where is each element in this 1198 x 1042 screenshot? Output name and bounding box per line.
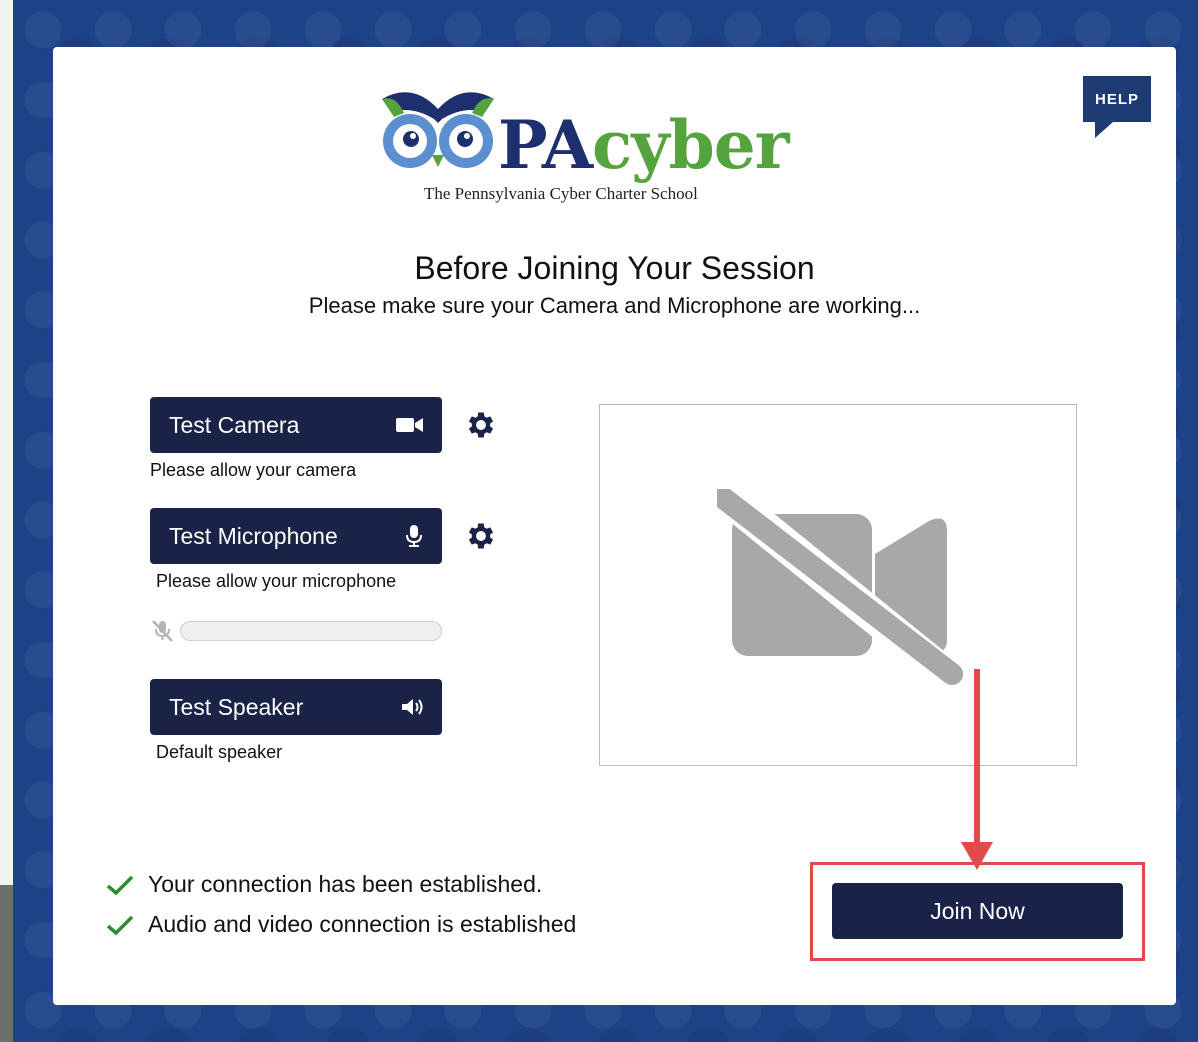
connection-status-text: Your connection has been established. — [148, 871, 543, 897]
left-edge-dark — [0, 885, 13, 1042]
checkmark-icon — [106, 875, 134, 895]
logo-wordmark-pa: PA — [498, 106, 593, 184]
page-title: Before Joining Your Session — [414, 250, 815, 286]
pacyber-logo: PAcyber The Pennsylvania Cyber Charter S… — [376, 83, 796, 213]
video-camera-icon — [396, 418, 423, 432]
video-off-icon — [717, 489, 966, 689]
microphone-muted-icon — [152, 620, 173, 642]
speaker-icon — [402, 699, 423, 715]
test-speaker-label: Test Speaker — [169, 693, 304, 720]
owl-logo-icon — [382, 92, 494, 168]
microphone-level-bar — [180, 621, 442, 641]
checkmark-icon — [106, 915, 134, 935]
camera-preview — [599, 404, 1077, 766]
test-camera-button[interactable]: Test Camera — [150, 397, 442, 453]
help-button[interactable]: HELP — [1083, 76, 1151, 122]
camera-note: Please allow your camera — [150, 460, 357, 480]
microphone-level-meter — [150, 619, 444, 643]
av-status-text: Audio and video connection is establishe… — [148, 911, 577, 937]
test-microphone-button[interactable]: Test Microphone — [150, 508, 442, 564]
test-speaker-button[interactable]: Test Speaker — [150, 679, 442, 735]
help-button-tail — [1095, 122, 1113, 138]
microphone-icon — [406, 525, 422, 547]
speaker-note: Default speaker — [156, 742, 283, 762]
microphone-note: Please allow your microphone — [156, 571, 397, 591]
annotation-arrow-shaft — [974, 669, 980, 847]
pre-join-card: PAcyber The Pennsylvania Cyber Charter S… — [53, 47, 1176, 1005]
test-microphone-label: Test Microphone — [169, 522, 338, 549]
logo-wordmark-cyber: cyber — [592, 106, 789, 184]
left-edge-strip — [0, 0, 13, 1042]
page-subtitle: Please make sure your Camera and Microph… — [308, 293, 921, 318]
av-status-row: Audio and video connection is establishe… — [105, 911, 576, 938]
camera-settings-gear-icon[interactable] — [464, 408, 498, 442]
microphone-settings-gear-icon[interactable] — [464, 519, 498, 553]
test-camera-label: Test Camera — [169, 411, 300, 438]
logo-wordmark: PAcyber — [498, 105, 790, 185]
logo-tagline: The Pennsylvania Cyber Charter School — [424, 184, 698, 203]
connection-status-row: Your connection has been established. — [105, 871, 542, 898]
join-now-button[interactable]: Join Now — [832, 883, 1123, 939]
